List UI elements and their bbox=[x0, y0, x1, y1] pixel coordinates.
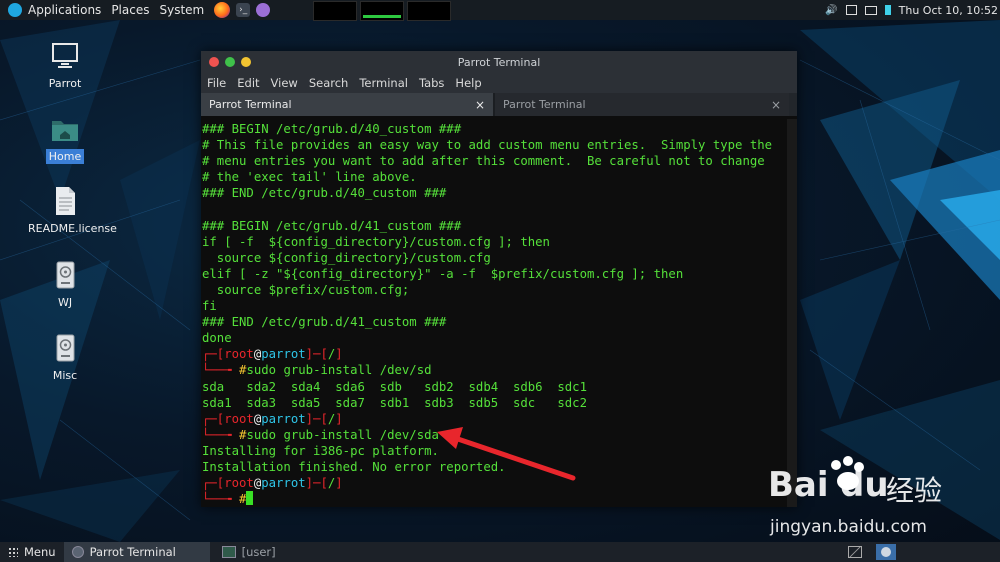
menu-label: Menu bbox=[24, 545, 56, 559]
taskbar-parrot-terminal[interactable]: Parrot Terminal bbox=[63, 542, 210, 562]
bottom-panel: Menu Parrot Terminal [user] bbox=[0, 542, 1000, 562]
watermark-brand-2: du bbox=[840, 465, 889, 505]
taskbar-label: [user] bbox=[241, 545, 276, 559]
baidu-watermark: Bai du 经验 jingyan.baidu.com bbox=[768, 455, 998, 545]
watermark-brand: Bai bbox=[768, 465, 829, 505]
watermark-url: jingyan.baidu.com bbox=[770, 517, 927, 537]
watermark-cn: 经验 bbox=[886, 474, 943, 507]
terminal-app-icon bbox=[71, 546, 84, 558]
workspace-applet-icon[interactable] bbox=[876, 544, 896, 560]
terminal-app-icon bbox=[221, 546, 236, 558]
main-menu-button[interactable]: Menu bbox=[0, 545, 64, 559]
show-desktop-icon[interactable] bbox=[848, 546, 862, 558]
taskbar-user[interactable]: [user] bbox=[214, 542, 284, 562]
taskbar-label: Parrot Terminal bbox=[89, 545, 176, 559]
grid-menu-icon bbox=[8, 547, 18, 557]
